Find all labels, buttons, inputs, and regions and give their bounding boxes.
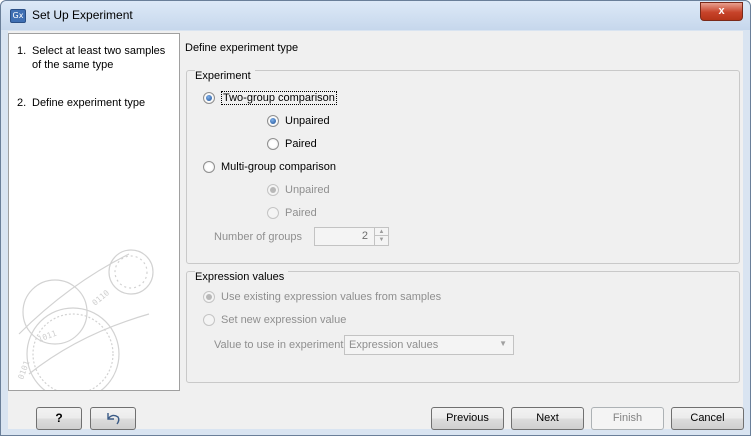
radio-indicator[interactable] — [267, 138, 279, 150]
radio-indicator[interactable] — [267, 207, 279, 219]
value-to-use-select[interactable]: Expression values ▼ — [344, 335, 514, 355]
reset-button[interactable] — [90, 407, 136, 430]
radio-indicator[interactable] — [267, 115, 279, 127]
radio-label: Multi-group comparison — [221, 161, 336, 173]
radio-indicator[interactable] — [203, 92, 215, 104]
close-button[interactable]: x — [700, 2, 743, 21]
radio-label: Two-group comparison — [221, 91, 337, 105]
value-to-use-label: Value to use in experiment — [214, 339, 344, 351]
radio-label: Set new expression value — [221, 314, 347, 326]
dialog-body: 1. Select at least two samples of the sa… — [8, 31, 744, 430]
radio-label: Unpaired — [285, 115, 330, 127]
page-title: Define experiment type — [185, 42, 299, 54]
next-button[interactable]: Next — [511, 407, 584, 430]
stepper-buttons: ▲ ▼ — [374, 228, 388, 245]
stepper-value: 2 — [361, 230, 368, 242]
radio-label: Paired — [285, 207, 317, 219]
window-title: Set Up Experiment — [32, 8, 133, 22]
number-of-groups-stepper[interactable]: 2 ▲ ▼ — [314, 227, 389, 246]
group-label: Expression values — [195, 271, 289, 283]
dna-circles-watermark-icon: 0110 1011 0101 — [16, 249, 154, 390]
radio-label: Paired — [285, 138, 317, 150]
group-label: Experiment — [195, 70, 255, 82]
steps-panel: 1. Select at least two samples of the sa… — [8, 33, 180, 391]
radio-indicator[interactable] — [203, 314, 215, 326]
help-button[interactable]: ? — [36, 407, 82, 430]
chevron-down-icon: ▼ — [499, 339, 507, 348]
undo-arrow-icon — [107, 413, 120, 425]
app-icon: Gx — [10, 9, 26, 23]
radio-label: Unpaired — [285, 184, 330, 196]
select-value: Expression values — [349, 339, 439, 351]
step-number: 1. — [17, 45, 27, 57]
main-panel: Define experiment type Experiment Two-gr… — [181, 33, 743, 391]
previous-button[interactable]: Previous — [431, 407, 504, 430]
step-label: Select at least two samples of the same … — [32, 45, 166, 71]
number-of-groups-label: Number of groups — [214, 231, 303, 243]
expression-values-group: Expression values — [186, 271, 740, 383]
radio-indicator[interactable] — [267, 184, 279, 196]
radio-indicator[interactable] — [203, 291, 215, 303]
cancel-button[interactable]: Cancel — [671, 407, 744, 430]
title-bar[interactable]: Gx Set Up Experiment x — [1, 1, 750, 30]
close-icon: x — [718, 5, 725, 17]
chevron-up-icon[interactable]: ▲ — [375, 228, 388, 236]
radio-label: Use existing expression values from samp… — [221, 291, 442, 303]
step-number: 2. — [17, 97, 27, 109]
step-label: Define experiment type — [32, 97, 146, 109]
finish-button[interactable]: Finish — [591, 407, 664, 430]
radio-indicator[interactable] — [203, 161, 215, 173]
dialog-window: Gx Set Up Experiment x 1. Select at leas… — [0, 0, 751, 436]
svg-text:0110: 0110 — [91, 288, 112, 307]
chevron-down-icon[interactable]: ▼ — [375, 236, 388, 244]
